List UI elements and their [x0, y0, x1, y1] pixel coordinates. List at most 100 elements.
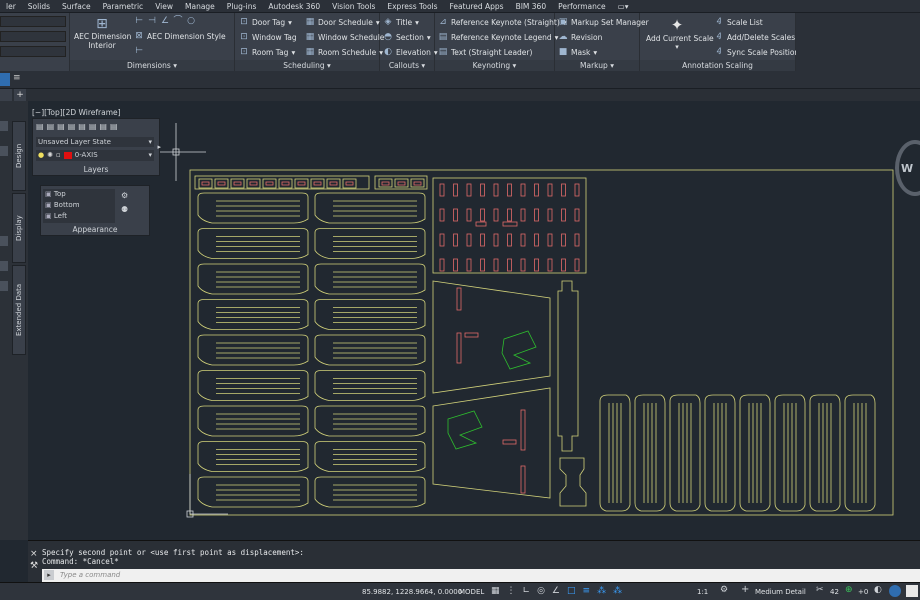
ribbon-combo-2[interactable] [0, 31, 66, 42]
panel-title-callouts[interactable]: Callouts ▾ [380, 60, 434, 71]
layer-tool-icon[interactable]: ▤ [89, 122, 97, 131]
panel-title-keynoting[interactable]: Keynoting ▾ [435, 60, 554, 71]
isodraft-icon[interactable]: ∠ [552, 586, 560, 596]
annotation-scale-select[interactable]: 1:1 [697, 588, 708, 596]
drawing-tab[interactable] [0, 89, 12, 101]
menu-item-surface[interactable]: Surface [56, 0, 97, 13]
command-prompt-icon[interactable]: ▸ [44, 570, 54, 580]
door-schedule-button[interactable]: ▦ Door Schedule ▾ [305, 17, 380, 27]
reference-keynote-button[interactable]: ⊿ Reference Keynote (Straight) ▾ [438, 17, 566, 27]
menu-item-view[interactable]: View [149, 0, 179, 13]
window-schedule-button[interactable]: ▦ Window Schedule [305, 32, 385, 42]
current-layer-select[interactable]: ● ✺ ▫ 0-AXIS ▾ [36, 150, 154, 161]
elevation-offset-value[interactable]: +0 [858, 588, 868, 596]
keynote-legend-button[interactable]: ▤ Reference Keynote Legend ▾ [438, 32, 559, 42]
palette-tool-2[interactable] [0, 146, 8, 156]
detail-level-select[interactable]: Medium Detail [755, 588, 806, 596]
coordinates-readout[interactable]: 85.9882, 1228.9664, 0.0000 [362, 588, 462, 596]
sync-scale-positions-button[interactable]: Ꜭ Sync Scale Positions [714, 47, 804, 57]
model-space-button[interactable]: MODEL [459, 588, 484, 596]
workspace-gear-icon[interactable]: ⚙ [720, 585, 728, 595]
ribbon-minimize-icon[interactable]: ▭▾ [612, 0, 635, 13]
grid-icon[interactable]: ▦ [491, 586, 500, 596]
menu-item-plug-ins[interactable]: Plug-ins [221, 0, 263, 13]
room-schedule-button[interactable]: ▦ Room Schedule ▾ [305, 47, 383, 57]
markup-set-manager-button[interactable]: ▣ Markup Set Manager [558, 17, 649, 27]
camera-icon[interactable]: ⚉ [121, 205, 128, 214]
layer-tool-icon[interactable]: ▤ [47, 122, 55, 131]
text-leader-button[interactable]: ▤ Text (Straight Leader) [438, 47, 533, 57]
tab-extended-data[interactable]: Extended Data [12, 265, 26, 355]
add-delete-scales-button[interactable]: Ꜭ Add/Delete Scales [714, 32, 796, 42]
menu-item-express-tools[interactable]: Express Tools [381, 0, 443, 13]
viewport-controls[interactable]: [−][Top][2D Wireframe] [32, 108, 121, 117]
isolate-objects-icon[interactable]: ◐ [874, 585, 882, 595]
drawing-canvas[interactable] [28, 101, 920, 540]
view-list[interactable]: ▣ Top ▣ Bottom ▣ Left [43, 189, 115, 223]
menu-item-ler[interactable]: ler [0, 0, 22, 13]
menu-item-autodesk-360[interactable]: Autodesk 360 [262, 0, 326, 13]
aec-dimension-button[interactable]: ⊞ AEC Dimension Interior [74, 16, 131, 50]
menu-item-bim-360[interactable]: BIM 360 [510, 0, 553, 13]
panel-title-dimensions[interactable]: Dimensions ▾ [70, 60, 234, 71]
mask-button[interactable]: ■ Mask ▾ [558, 47, 597, 57]
door-tag-button[interactable]: ⊡ Door Tag ▾ [239, 17, 292, 27]
snap-icon[interactable]: ⋮ [507, 586, 516, 596]
panel-title-scheduling[interactable]: Scheduling ▾ [235, 60, 379, 71]
layer-tool-icon[interactable]: ▤ [57, 122, 65, 131]
menu-item-solids[interactable]: Solids [22, 0, 56, 13]
panel-title-annotation-scaling[interactable]: Annotation Scaling [640, 60, 795, 71]
view-list-item-bottom[interactable]: ▣ Bottom [43, 200, 115, 211]
layer-state-select[interactable]: Unsaved Layer State ▾ [36, 137, 154, 147]
ribbon-combo-3[interactable] [0, 46, 66, 57]
add-current-scale-button[interactable]: ✦ Add Current Scale ▾ [646, 16, 714, 51]
callout-section-button[interactable]: ◓ Section ▾ [383, 32, 431, 42]
tab-display[interactable]: Display [12, 193, 26, 263]
palette-tool-4[interactable] [0, 261, 8, 271]
callout-elevation-button[interactable]: ◐ Elevation ▾ [383, 47, 438, 57]
hardware-accel-icon[interactable] [889, 585, 901, 597]
palette-tool-3[interactable] [0, 236, 8, 246]
layer-tool-icon[interactable]: ▤ [110, 122, 118, 131]
menu-item-featured-apps[interactable]: Featured Apps [444, 0, 510, 13]
menu-item-manage[interactable]: Manage [179, 0, 221, 13]
plus-icon[interactable]: + [741, 584, 749, 595]
window-tag-button[interactable]: ⊡ Window Tag [239, 32, 296, 42]
dimension-tools-row[interactable]: ⊢ ⊣ ∠ ⌒ ○ [134, 16, 196, 26]
tab-design[interactable]: Design [12, 121, 26, 191]
layer-tools-row[interactable]: ▤ ▤ ▤ ▤ ▤ ▤ ▤ ▤ [36, 122, 118, 131]
palette-tool-5[interactable] [0, 281, 8, 291]
room-tag-button[interactable]: ⊡ Room Tag ▾ [239, 47, 295, 57]
palette-expand-icon[interactable]: ▸ [157, 143, 161, 151]
command-input[interactable]: Type a command [42, 569, 920, 582]
auto-scale-icon[interactable]: ⁂ [613, 586, 622, 596]
layer-tool-icon[interactable]: ▤ [36, 122, 44, 131]
aec-dimension-style-button[interactable]: ⊠ AEC Dimension Style [134, 31, 225, 41]
view-list-item-left[interactable]: ▣ Left [43, 211, 115, 222]
object-snap-icon[interactable]: □ [567, 586, 576, 596]
palette-tool-1[interactable] [0, 121, 8, 131]
visual-style-icon[interactable]: ⚙ [121, 191, 128, 200]
fullscreen-icon[interactable] [906, 585, 918, 597]
annotation-visibility-icon[interactable]: ⁂ [597, 586, 606, 596]
wrench-icon[interactable]: ⚒ [30, 561, 38, 571]
close-icon[interactable]: × [30, 549, 38, 559]
layer-tool-icon[interactable]: ▤ [78, 122, 86, 131]
start-tab-icon[interactable] [0, 73, 10, 86]
callout-title-button[interactable]: ◈ Title ▾ [383, 17, 419, 27]
view-list-item-top[interactable]: ▣ Top [43, 189, 115, 200]
tab-menu-icon[interactable]: ≡ [13, 73, 21, 83]
new-tab-plus-icon[interactable]: + [14, 89, 26, 101]
scale-list-button[interactable]: Ꜭ Scale List [714, 17, 763, 27]
panel-title-markup[interactable]: Markup ▾ [555, 60, 639, 71]
menu-item-parametric[interactable]: Parametric [97, 0, 150, 13]
polar-icon[interactable]: ◎ [537, 586, 545, 596]
layer-tool-icon[interactable]: ▤ [99, 122, 107, 131]
elevation-value[interactable]: 42 [830, 588, 839, 596]
revision-button[interactable]: ☁ Revision [558, 32, 603, 42]
lineweight-icon[interactable]: ≡ [583, 586, 591, 596]
menu-item-vision-tools[interactable]: Vision Tools [326, 0, 381, 13]
ortho-icon[interactable]: ∟ [523, 586, 531, 596]
dim-break-button[interactable]: ⊢ [134, 46, 144, 56]
layer-tool-icon[interactable]: ▤ [68, 122, 76, 131]
